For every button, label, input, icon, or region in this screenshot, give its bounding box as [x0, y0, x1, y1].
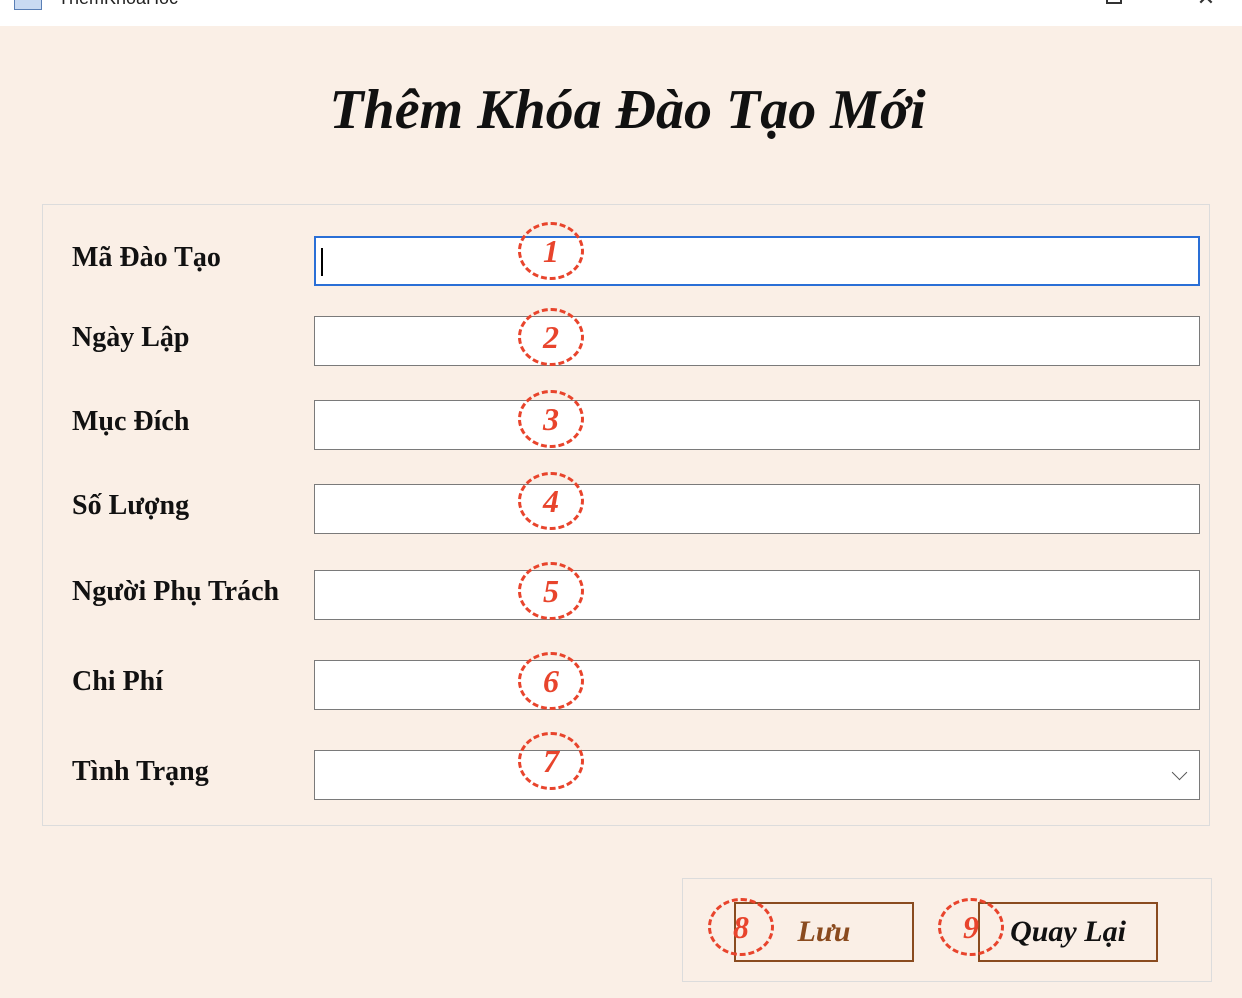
- annotation-badge-1: 1: [518, 222, 584, 280]
- maximize-icon[interactable]: [1106, 0, 1122, 4]
- back-button[interactable]: Quay Lại: [978, 902, 1158, 962]
- label-so-luong: Số Lượng: [72, 490, 190, 521]
- annotation-badge-3: 3: [518, 390, 584, 448]
- annotation-badge-4: 4: [518, 472, 584, 530]
- chevron-down-icon[interactable]: [1171, 764, 1188, 781]
- chi-phi-input[interactable]: [314, 660, 1200, 710]
- muc-dich-input[interactable]: [314, 400, 1200, 450]
- label-chi-phi: Chi Phí: [72, 666, 164, 697]
- label-ngay-lap: Ngày Lập: [72, 322, 190, 353]
- annotation-badge-5: 5: [518, 562, 584, 620]
- label-tinh-trang: Tình Trạng: [72, 756, 209, 787]
- annotation-badge-2: 2: [518, 308, 584, 366]
- label-nguoi-phu-trach: Người Phụ Trách: [72, 576, 280, 607]
- form-heading: Thêm Khóa Đào Tạo Mới: [329, 79, 926, 141]
- text-caret: [321, 248, 323, 276]
- nguoi-phu-trach-input[interactable]: [314, 570, 1200, 620]
- window-title: ThemKhoaHoc: [58, 0, 178, 9]
- window-titlebar: ThemKhoaHoc ✕: [0, 0, 1242, 26]
- close-icon[interactable]: ✕: [1186, 0, 1226, 12]
- annotation-badge-9: 9: [938, 898, 1004, 956]
- annotation-badge-8: 8: [708, 898, 774, 956]
- label-muc-dich: Mục Đích: [72, 406, 190, 437]
- tinh-trang-dropdown[interactable]: [314, 750, 1200, 800]
- app-icon: [14, 0, 42, 10]
- ngay-lap-input[interactable]: [314, 316, 1200, 366]
- label-ma-dao-tao: Mã Đào Tạo: [72, 242, 221, 273]
- ma-dao-tao-input[interactable]: [314, 236, 1200, 286]
- so-luong-input[interactable]: [314, 484, 1200, 534]
- annotation-badge-7: 7: [518, 732, 584, 790]
- annotation-badge-6: 6: [518, 652, 584, 710]
